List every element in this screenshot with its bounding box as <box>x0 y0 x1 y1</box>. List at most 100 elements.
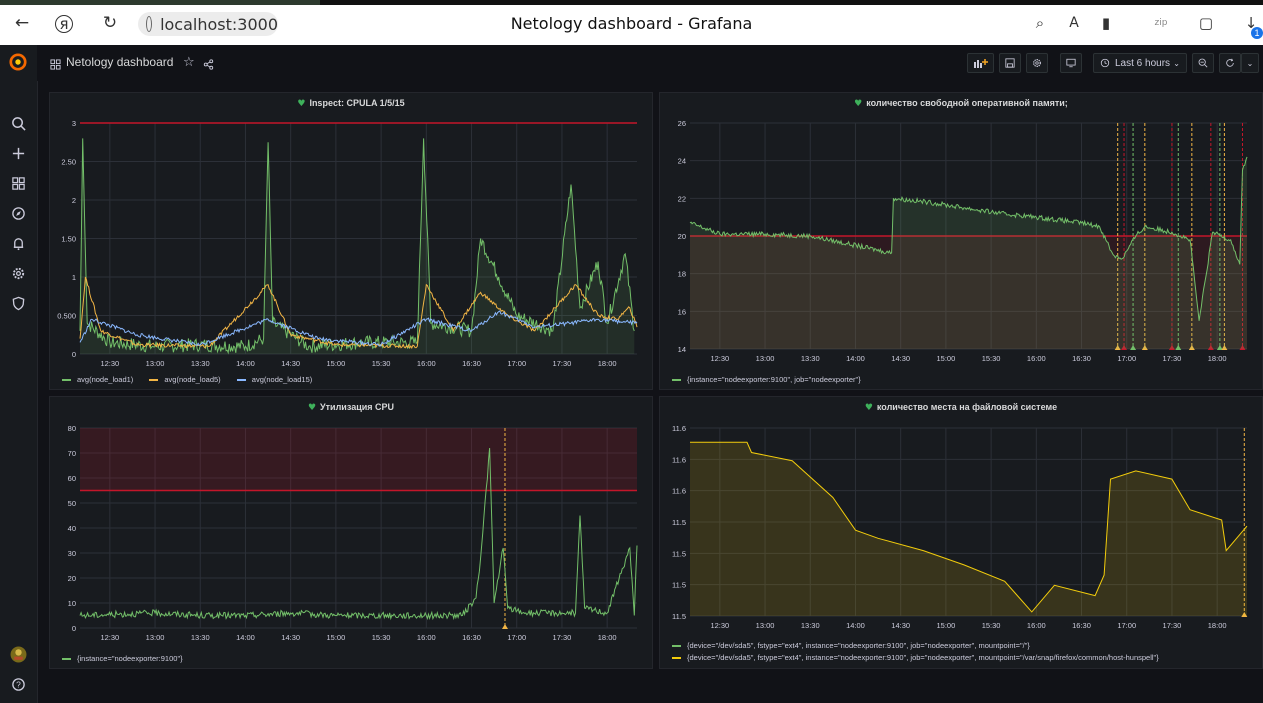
zoom-out-icon <box>1198 58 1208 68</box>
x-tick-label: 13:30 <box>191 633 210 642</box>
x-tick-label: 16:00 <box>417 633 436 642</box>
grafana-logo-icon[interactable] <box>9 53 27 71</box>
dashboards-icon[interactable] <box>9 174 27 192</box>
x-tick-label: 16:30 <box>462 633 481 642</box>
x-tick-label: 15:30 <box>982 354 1001 363</box>
series-area <box>690 442 1247 616</box>
add-panel-icon <box>973 59 988 68</box>
x-tick-label: 16:30 <box>1072 621 1091 630</box>
add-panel-button[interactable] <box>967 53 994 73</box>
settings-gear-icon[interactable] <box>9 264 27 282</box>
x-tick-label: 13:00 <box>756 354 775 363</box>
legend-item[interactable]: avg(node_load15) <box>236 375 312 384</box>
legend-item[interactable]: {device="/dev/sda5", fstype="ext4", inst… <box>672 641 1159 650</box>
cpula-chart[interactable]: 0 0.500 1 1.50 2 2.50 3 12:30 13:00 13:30 14:00 14:… <box>50 93 654 391</box>
shield-icon[interactable] <box>9 294 27 312</box>
dashboard-title[interactable]: Netology dashboard <box>66 55 173 69</box>
x-tick-label: 15:30 <box>982 621 1001 630</box>
series-area <box>80 138 635 354</box>
zip-extension-icon[interactable]: zip <box>1150 12 1172 34</box>
dashboard-settings-button[interactable] <box>1026 53 1048 73</box>
search-icon[interactable]: ⌕ <box>1029 12 1051 34</box>
cpu-chart[interactable]: 0 10 20 30 40 50 60 70 80 12:30 13:00 13:30 14:00 14:… <box>50 397 654 670</box>
x-tick-label: 17:00 <box>1117 354 1136 363</box>
time-range-label: Last 6 hours <box>1115 57 1171 69</box>
x-tick-label: 16:00 <box>1027 354 1046 363</box>
x-tick-label: 15:00 <box>327 633 346 642</box>
time-range-picker[interactable]: Last 6 hours ⌄ <box>1093 53 1187 73</box>
x-tick-label: 12:30 <box>710 621 729 630</box>
series-line <box>79 138 635 355</box>
panel-legend: avg(node_load1) avg(node_load5) avg(node… <box>62 375 326 384</box>
save-icon <box>1005 58 1015 68</box>
y-tick-label: 11.6 <box>672 487 686 496</box>
legend-item[interactable]: {instance="nodeexporter:9100", job="node… <box>672 375 861 384</box>
panel-legend: {instance="nodeexporter:9100", job="node… <box>672 375 875 384</box>
threshold-region <box>80 428 637 491</box>
x-tick-label: 15:30 <box>372 359 391 368</box>
star-icon[interactable]: ☆ <box>183 55 195 70</box>
alerting-bell-icon[interactable] <box>9 234 27 252</box>
x-tick-label: 17:30 <box>1163 354 1182 363</box>
y-tick-label: 22 <box>678 194 686 203</box>
x-tick-label: 17:30 <box>553 359 572 368</box>
dashboard-grid-icon <box>50 57 61 70</box>
annotation-marker <box>501 624 508 629</box>
x-tick-label: 16:00 <box>1027 621 1046 630</box>
download-count-badge: 1 <box>1251 27 1263 39</box>
x-tick-label: 18:00 <box>1208 621 1227 630</box>
search-icon[interactable] <box>9 114 27 132</box>
y-tick-label: 11.6 <box>672 455 686 464</box>
reader-mode-icon[interactable]: ▢ <box>1195 12 1217 34</box>
x-tick-label: 15:00 <box>327 359 346 368</box>
disk-chart[interactable]: 11.5 11.5 11.5 11.5 11.6 11.6 11.6 12:30 13:00 13… <box>660 397 1263 670</box>
y-tick-label: 20 <box>678 232 686 241</box>
dashboard-toolbar: Netology dashboard ☆ Last 6 hours ⌄ ⌄ <box>37 45 1263 81</box>
y-tick-label: 50 <box>68 499 76 508</box>
cycle-view-mode-button[interactable] <box>1060 53 1082 73</box>
x-tick-label: 18:00 <box>1208 354 1227 363</box>
side-menu: ? <box>0 45 38 703</box>
x-tick-label: 13:00 <box>146 359 165 368</box>
x-tick-label: 12:30 <box>100 359 119 368</box>
user-avatar[interactable] <box>9 645 27 663</box>
y-tick-label: 70 <box>68 449 76 458</box>
y-tick-label: 2.50 <box>61 158 76 167</box>
explore-compass-icon[interactable] <box>9 204 27 222</box>
x-tick-label: 16:30 <box>462 359 481 368</box>
legend-item[interactable]: {device="/dev/sda5", fstype="ext4", inst… <box>672 653 1159 662</box>
memory-chart[interactable]: 14 16 18 20 22 24 26 12:30 13:00 13:30 14:00 14:30 1… <box>660 93 1263 391</box>
legend-item[interactable]: avg(node_load5) <box>149 375 221 384</box>
help-icon[interactable]: ? <box>9 675 27 693</box>
plus-icon[interactable] <box>9 144 27 162</box>
legend-item[interactable]: {instance="nodeexporter:9100"} <box>62 654 183 663</box>
panel-cpula[interactable]: ♥ Inspect: CPULA 1/5/15 0 0.500 1 1.50 2 2.50 3… <box>49 92 653 390</box>
y-tick-label: 2 <box>72 196 76 205</box>
zoom-out-button[interactable] <box>1192 53 1214 73</box>
panel-memory[interactable]: ♥ количество свободной оперативной памяти… <box>659 92 1263 390</box>
y-tick-label: 11.5 <box>672 581 686 590</box>
x-tick-label: 17:30 <box>1163 621 1182 630</box>
bookmark-icon[interactable]: ▮ <box>1095 12 1117 34</box>
y-tick-label: 0 <box>72 624 76 633</box>
series-area <box>690 156 1247 349</box>
y-tick-label: 30 <box>68 549 76 558</box>
panel-cpu[interactable]: ♥ Утилизация CPU 0 10 20 30 40 50 60 70 80 12:30 13… <box>49 396 653 669</box>
chevron-down-icon: ⌄ <box>1173 58 1180 68</box>
x-tick-label: 14:00 <box>236 633 255 642</box>
save-dashboard-button[interactable] <box>999 53 1021 73</box>
translate-icon[interactable]: A <box>1063 12 1085 34</box>
y-tick-label: 16 <box>678 307 686 316</box>
legend-item[interactable]: avg(node_load1) <box>62 375 133 384</box>
y-tick-label: 3 <box>72 119 76 128</box>
refresh-interval-dropdown[interactable]: ⌄ <box>1241 53 1259 73</box>
x-tick-label: 14:00 <box>846 354 865 363</box>
y-tick-label: 26 <box>678 119 686 128</box>
panel-disk[interactable]: ♥ количество места на файловой системе 11… <box>659 396 1263 669</box>
y-tick-label: 11.5 <box>672 612 686 621</box>
share-icon[interactable] <box>203 57 214 75</box>
y-tick-label: 40 <box>68 524 76 533</box>
x-tick-label: 14:30 <box>281 633 300 642</box>
x-tick-label: 17:30 <box>553 633 572 642</box>
refresh-button[interactable] <box>1219 53 1241 73</box>
